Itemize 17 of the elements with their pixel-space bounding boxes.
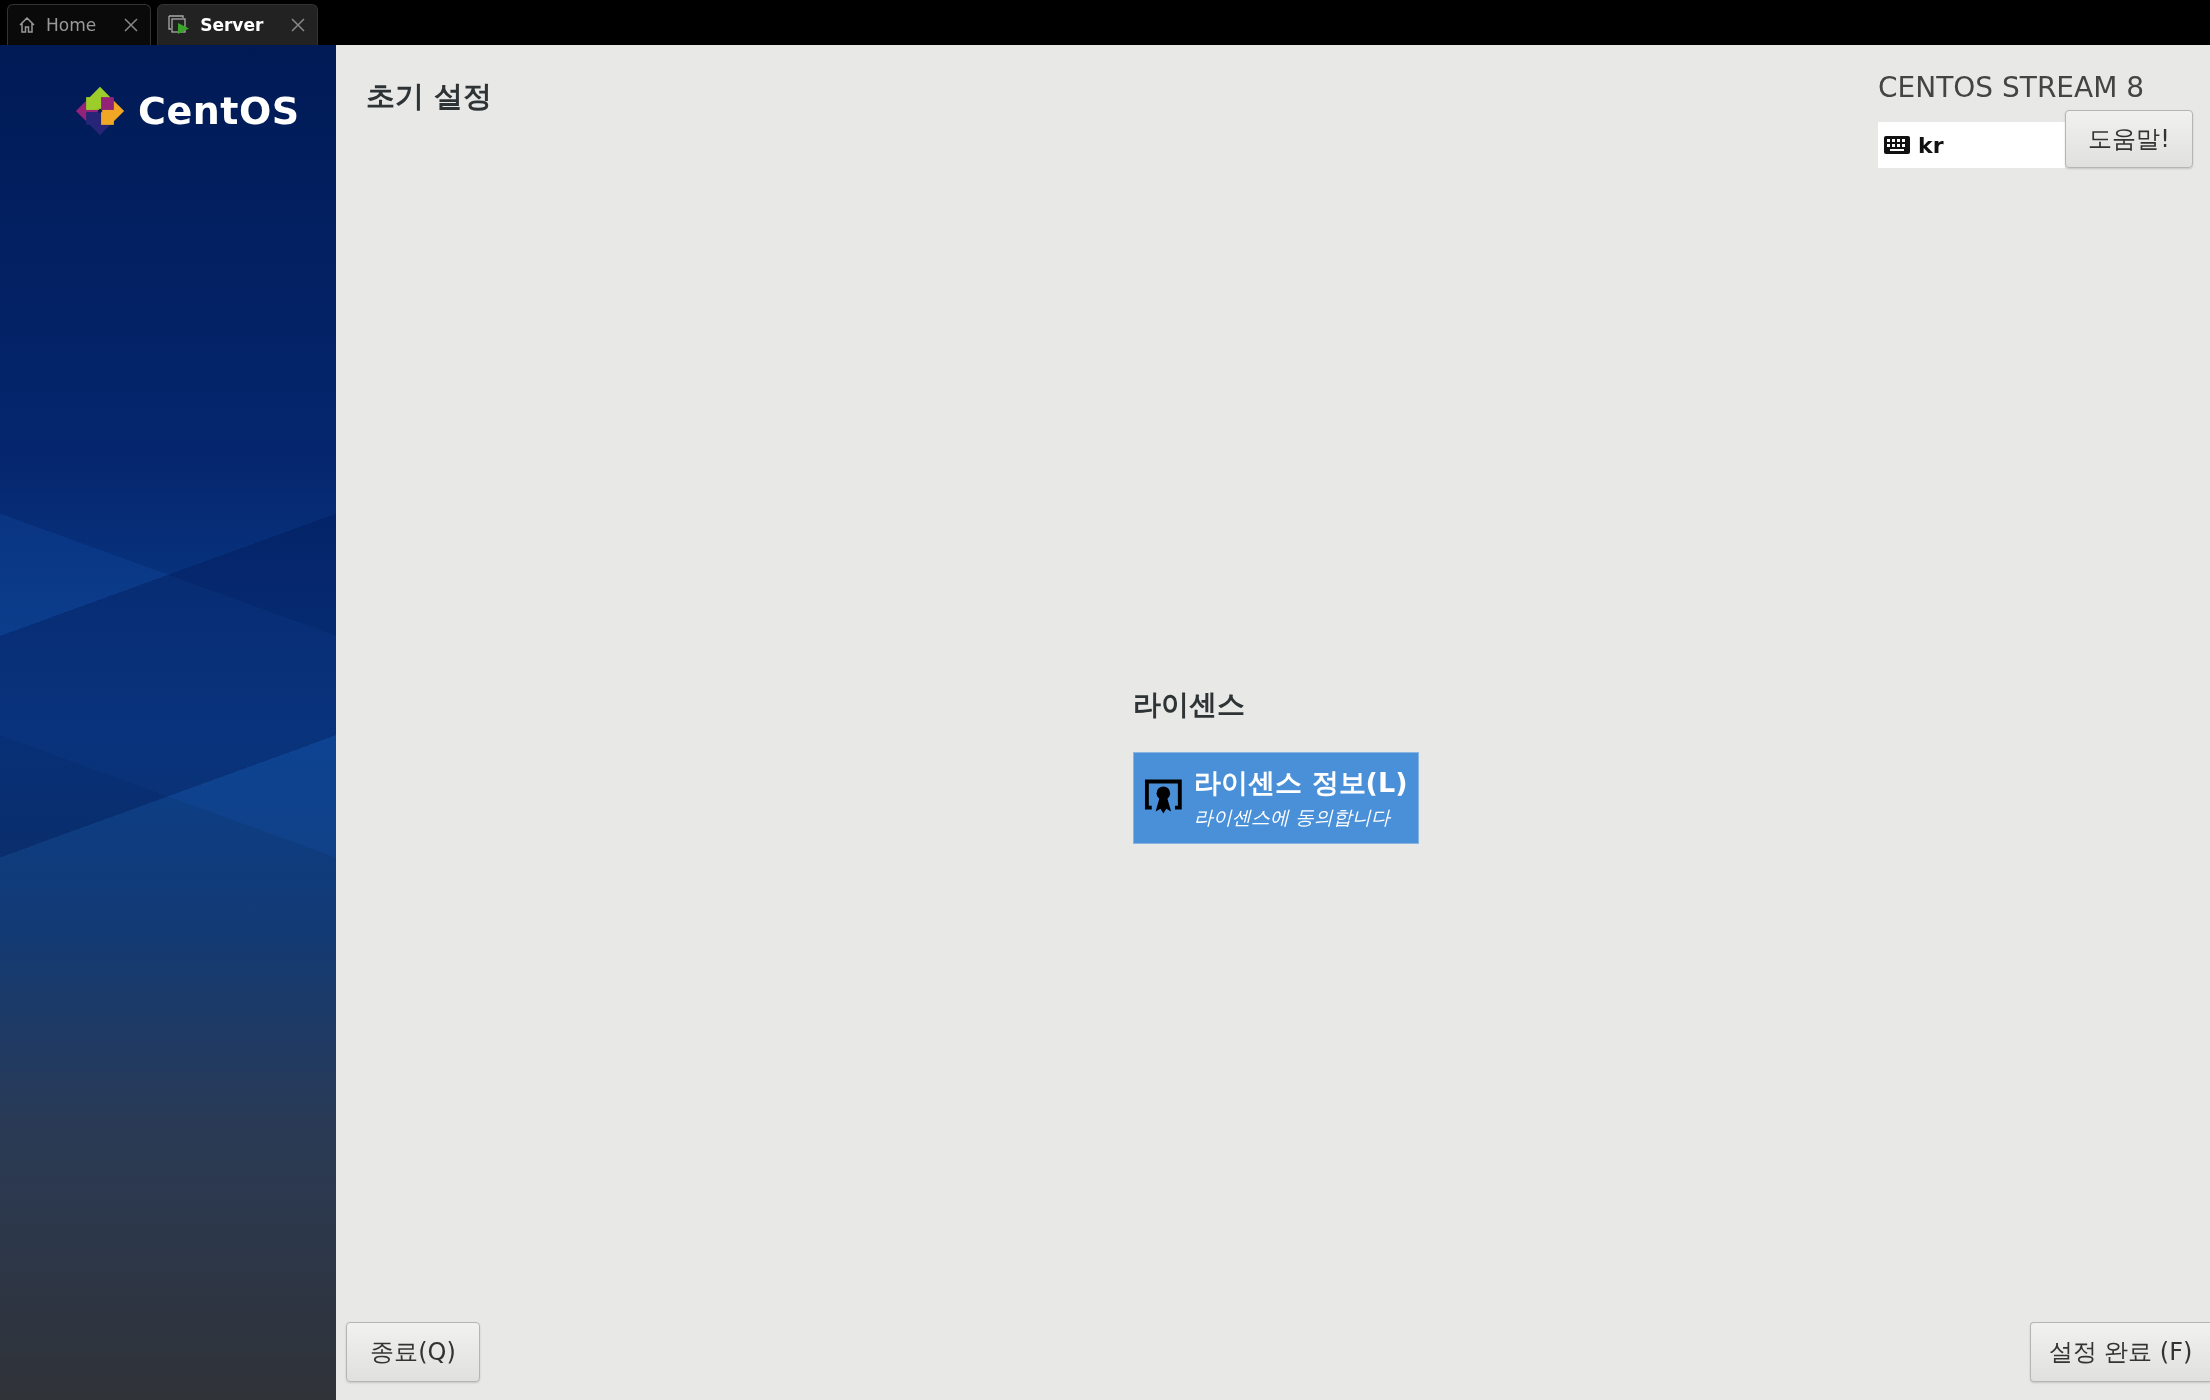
close-icon[interactable] (124, 18, 139, 32)
finish-button[interactable]: 설정 완료 (F) (2030, 1322, 2210, 1382)
section-heading: 라이센스 (1132, 687, 1245, 723)
quit-button[interactable]: 종료(Q) (346, 1322, 480, 1382)
spoke-title: 라이센스 정보(L) (1194, 766, 1408, 800)
page-title: 초기 설정 (366, 78, 493, 115)
keyboard-icon (1884, 136, 1910, 154)
close-icon[interactable] (291, 18, 306, 32)
spoke-status: 라이센스에 동의합니다 (1194, 805, 1392, 830)
home-icon (18, 16, 36, 34)
tab[interactable]: Home (7, 4, 152, 45)
virtual-machine-icon (168, 15, 191, 35)
logo-text: CentOS (138, 89, 300, 133)
keyboard-layout-field[interactable]: kr (1878, 122, 2065, 168)
help-button[interactable]: 도움말! (2065, 110, 2193, 168)
product-name: CENTOS STREAM 8 (1878, 71, 2145, 104)
tab[interactable]: Server (157, 4, 319, 45)
